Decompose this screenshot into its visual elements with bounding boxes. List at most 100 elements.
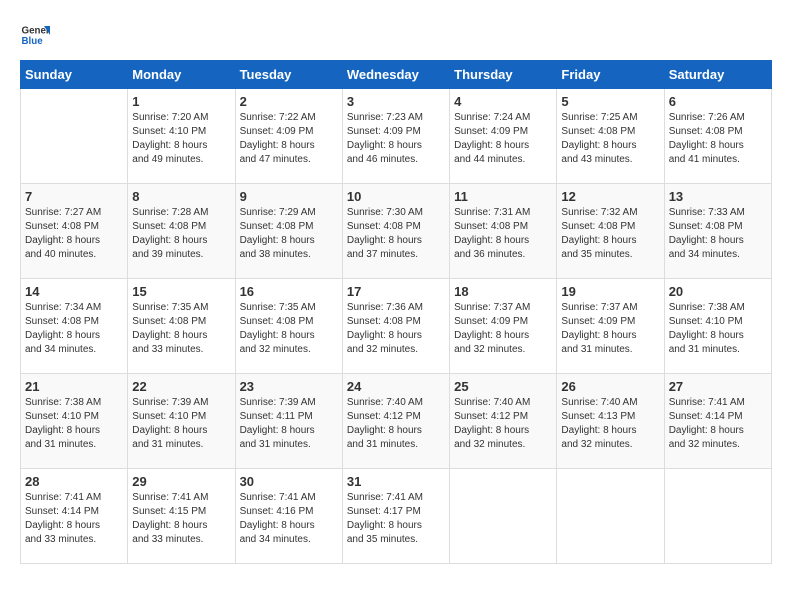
day-number: 23 <box>240 379 338 394</box>
day-number: 11 <box>454 189 552 204</box>
calendar-table: SundayMondayTuesdayWednesdayThursdayFrid… <box>20 60 772 564</box>
day-number: 15 <box>132 284 230 299</box>
day-number: 6 <box>669 94 767 109</box>
header-sunday: Sunday <box>21 61 128 89</box>
day-info: Sunrise: 7:26 AM Sunset: 4:08 PM Dayligh… <box>669 111 767 167</box>
calendar-cell: 8 Sunrise: 7:28 AM Sunset: 4:08 PM Daylig… <box>128 184 235 279</box>
day-info: Sunrise: 7:40 AM Sunset: 4:13 PM Dayligh… <box>561 396 659 452</box>
day-number: 21 <box>25 379 123 394</box>
day-info: Sunrise: 7:38 AM Sunset: 4:10 PM Dayligh… <box>25 396 123 452</box>
day-info: Sunrise: 7:35 AM Sunset: 4:08 PM Dayligh… <box>132 301 230 357</box>
day-number: 2 <box>240 94 338 109</box>
header-monday: Monday <box>128 61 235 89</box>
day-number: 12 <box>561 189 659 204</box>
calendar-cell: 29Sunrise: 7:41 AM Sunset: 4:15 PM Dayli… <box>128 469 235 564</box>
calendar-cell: 19 Sunrise: 7:37 AM Sunset: 4:09 PM Dayli… <box>557 279 664 374</box>
day-number: 8 <box>132 189 230 204</box>
day-info: Sunrise: 7:33 AM Sunset: 4:08 PM Dayligh… <box>669 206 767 262</box>
calendar-header-row: SundayMondayTuesdayWednesdayThursdayFrid… <box>21 61 772 89</box>
calendar-cell: 20 Sunrise: 7:38 AM Sunset: 4:10 PM Dayli… <box>664 279 771 374</box>
day-number: 20 <box>669 284 767 299</box>
day-number: 13 <box>669 189 767 204</box>
day-number: 16 <box>240 284 338 299</box>
day-info: Sunrise: 7:37 AM Sunset: 4:09 PM Dayligh… <box>561 301 659 357</box>
calendar-cell <box>450 469 557 564</box>
calendar-cell <box>664 469 771 564</box>
day-info: Sunrise: 7:31 AM Sunset: 4:08 PM Dayligh… <box>454 206 552 262</box>
calendar-cell <box>21 89 128 184</box>
day-info: Sunrise: 7:32 AM Sunset: 4:08 PM Dayligh… <box>561 206 659 262</box>
day-info: Sunrise: 7:29 AM Sunset: 4:08 PM Dayligh… <box>240 206 338 262</box>
day-number: 10 <box>347 189 445 204</box>
calendar-cell: 22 Sunrise: 7:39 AM Sunset: 4:10 PM Dayli… <box>128 374 235 469</box>
day-info: Sunrise: 7:30 AM Sunset: 4:08 PM Dayligh… <box>347 206 445 262</box>
calendar-week-row: 1 Sunrise: 7:20 AM Sunset: 4:10 PM Daylig… <box>21 89 772 184</box>
calendar-cell: 23 Sunrise: 7:39 AM Sunset: 4:11 PM Dayli… <box>235 374 342 469</box>
day-number: 27 <box>669 379 767 394</box>
calendar-cell: 6 Sunrise: 7:26 AM Sunset: 4:08 PM Daylig… <box>664 89 771 184</box>
calendar-week-row: 7 Sunrise: 7:27 AM Sunset: 4:08 PM Daylig… <box>21 184 772 279</box>
calendar-cell: 14 Sunrise: 7:34 AM Sunset: 4:08 PM Dayli… <box>21 279 128 374</box>
calendar-cell: 28Sunrise: 7:41 AM Sunset: 4:14 PM Dayli… <box>21 469 128 564</box>
day-number: 14 <box>25 284 123 299</box>
calendar-cell: 12 Sunrise: 7:32 AM Sunset: 4:08 PM Dayli… <box>557 184 664 279</box>
day-info: Sunrise: 7:27 AM Sunset: 4:08 PM Dayligh… <box>25 206 123 262</box>
day-number: 5 <box>561 94 659 109</box>
day-info: Sunrise: 7:41 AM Sunset: 4:14 PM Dayligh… <box>25 491 123 547</box>
day-number: 24 <box>347 379 445 394</box>
calendar-cell: 10 Sunrise: 7:30 AM Sunset: 4:08 PM Dayli… <box>342 184 449 279</box>
calendar-cell: 24 Sunrise: 7:40 AM Sunset: 4:12 PM Dayli… <box>342 374 449 469</box>
header-friday: Friday <box>557 61 664 89</box>
calendar-cell: 25 Sunrise: 7:40 AM Sunset: 4:12 PM Dayli… <box>450 374 557 469</box>
day-number: 18 <box>454 284 552 299</box>
header-tuesday: Tuesday <box>235 61 342 89</box>
day-info: Sunrise: 7:35 AM Sunset: 4:08 PM Dayligh… <box>240 301 338 357</box>
day-number: 26 <box>561 379 659 394</box>
header-thursday: Thursday <box>450 61 557 89</box>
day-number: 3 <box>347 94 445 109</box>
day-number: 22 <box>132 379 230 394</box>
calendar-cell: 1 Sunrise: 7:20 AM Sunset: 4:10 PM Daylig… <box>128 89 235 184</box>
day-info: Sunrise: 7:40 AM Sunset: 4:12 PM Dayligh… <box>347 396 445 452</box>
day-info: Sunrise: 7:37 AM Sunset: 4:09 PM Dayligh… <box>454 301 552 357</box>
calendar-cell: 26 Sunrise: 7:40 AM Sunset: 4:13 PM Dayli… <box>557 374 664 469</box>
calendar-cell: 15 Sunrise: 7:35 AM Sunset: 4:08 PM Dayli… <box>128 279 235 374</box>
day-info: Sunrise: 7:20 AM Sunset: 4:10 PM Dayligh… <box>132 111 230 167</box>
day-info: Sunrise: 7:25 AM Sunset: 4:08 PM Dayligh… <box>561 111 659 167</box>
day-info: Sunrise: 7:28 AM Sunset: 4:08 PM Dayligh… <box>132 206 230 262</box>
calendar-cell: 11 Sunrise: 7:31 AM Sunset: 4:08 PM Dayli… <box>450 184 557 279</box>
calendar-cell: 13 Sunrise: 7:33 AM Sunset: 4:08 PM Dayli… <box>664 184 771 279</box>
day-number: 19 <box>561 284 659 299</box>
calendar-cell: 4Sunrise: 7:24 AM Sunset: 4:09 PM Daylig… <box>450 89 557 184</box>
day-number: 7 <box>25 189 123 204</box>
day-info: Sunrise: 7:23 AM Sunset: 4:09 PM Dayligh… <box>347 111 445 167</box>
logo: General Blue <box>20 20 54 50</box>
day-info: Sunrise: 7:39 AM Sunset: 4:10 PM Dayligh… <box>132 396 230 452</box>
calendar-cell <box>557 469 664 564</box>
day-info: Sunrise: 7:38 AM Sunset: 4:10 PM Dayligh… <box>669 301 767 357</box>
day-number: 1 <box>132 94 230 109</box>
calendar-cell: 16 Sunrise: 7:35 AM Sunset: 4:08 PM Dayli… <box>235 279 342 374</box>
day-info: Sunrise: 7:40 AM Sunset: 4:12 PM Dayligh… <box>454 396 552 452</box>
day-number: 29 <box>132 474 230 489</box>
calendar-cell: 18 Sunrise: 7:37 AM Sunset: 4:09 PM Dayli… <box>450 279 557 374</box>
calendar-cell: 7 Sunrise: 7:27 AM Sunset: 4:08 PM Daylig… <box>21 184 128 279</box>
calendar-cell: 21 Sunrise: 7:38 AM Sunset: 4:10 PM Dayli… <box>21 374 128 469</box>
day-info: Sunrise: 7:41 AM Sunset: 4:16 PM Dayligh… <box>240 491 338 547</box>
day-number: 30 <box>240 474 338 489</box>
calendar-cell: 30 Sunrise: 7:41 AM Sunset: 4:16 PM Dayli… <box>235 469 342 564</box>
calendar-cell: 17Sunrise: 7:36 AM Sunset: 4:08 PM Dayli… <box>342 279 449 374</box>
calendar-cell: 31 Sunrise: 7:41 AM Sunset: 4:17 PM Dayli… <box>342 469 449 564</box>
day-number: 9 <box>240 189 338 204</box>
day-info: Sunrise: 7:41 AM Sunset: 4:17 PM Dayligh… <box>347 491 445 547</box>
day-info: Sunrise: 7:39 AM Sunset: 4:11 PM Dayligh… <box>240 396 338 452</box>
calendar-week-row: 21 Sunrise: 7:38 AM Sunset: 4:10 PM Dayli… <box>21 374 772 469</box>
day-info: Sunrise: 7:24 AM Sunset: 4:09 PM Dayligh… <box>454 111 552 167</box>
day-info: Sunrise: 7:34 AM Sunset: 4:08 PM Dayligh… <box>25 301 123 357</box>
day-info: Sunrise: 7:22 AM Sunset: 4:09 PM Dayligh… <box>240 111 338 167</box>
calendar-week-row: 14 Sunrise: 7:34 AM Sunset: 4:08 PM Dayli… <box>21 279 772 374</box>
day-number: 31 <box>347 474 445 489</box>
day-info: Sunrise: 7:41 AM Sunset: 4:14 PM Dayligh… <box>669 396 767 452</box>
calendar-cell: 9 Sunrise: 7:29 AM Sunset: 4:08 PM Daylig… <box>235 184 342 279</box>
day-number: 25 <box>454 379 552 394</box>
